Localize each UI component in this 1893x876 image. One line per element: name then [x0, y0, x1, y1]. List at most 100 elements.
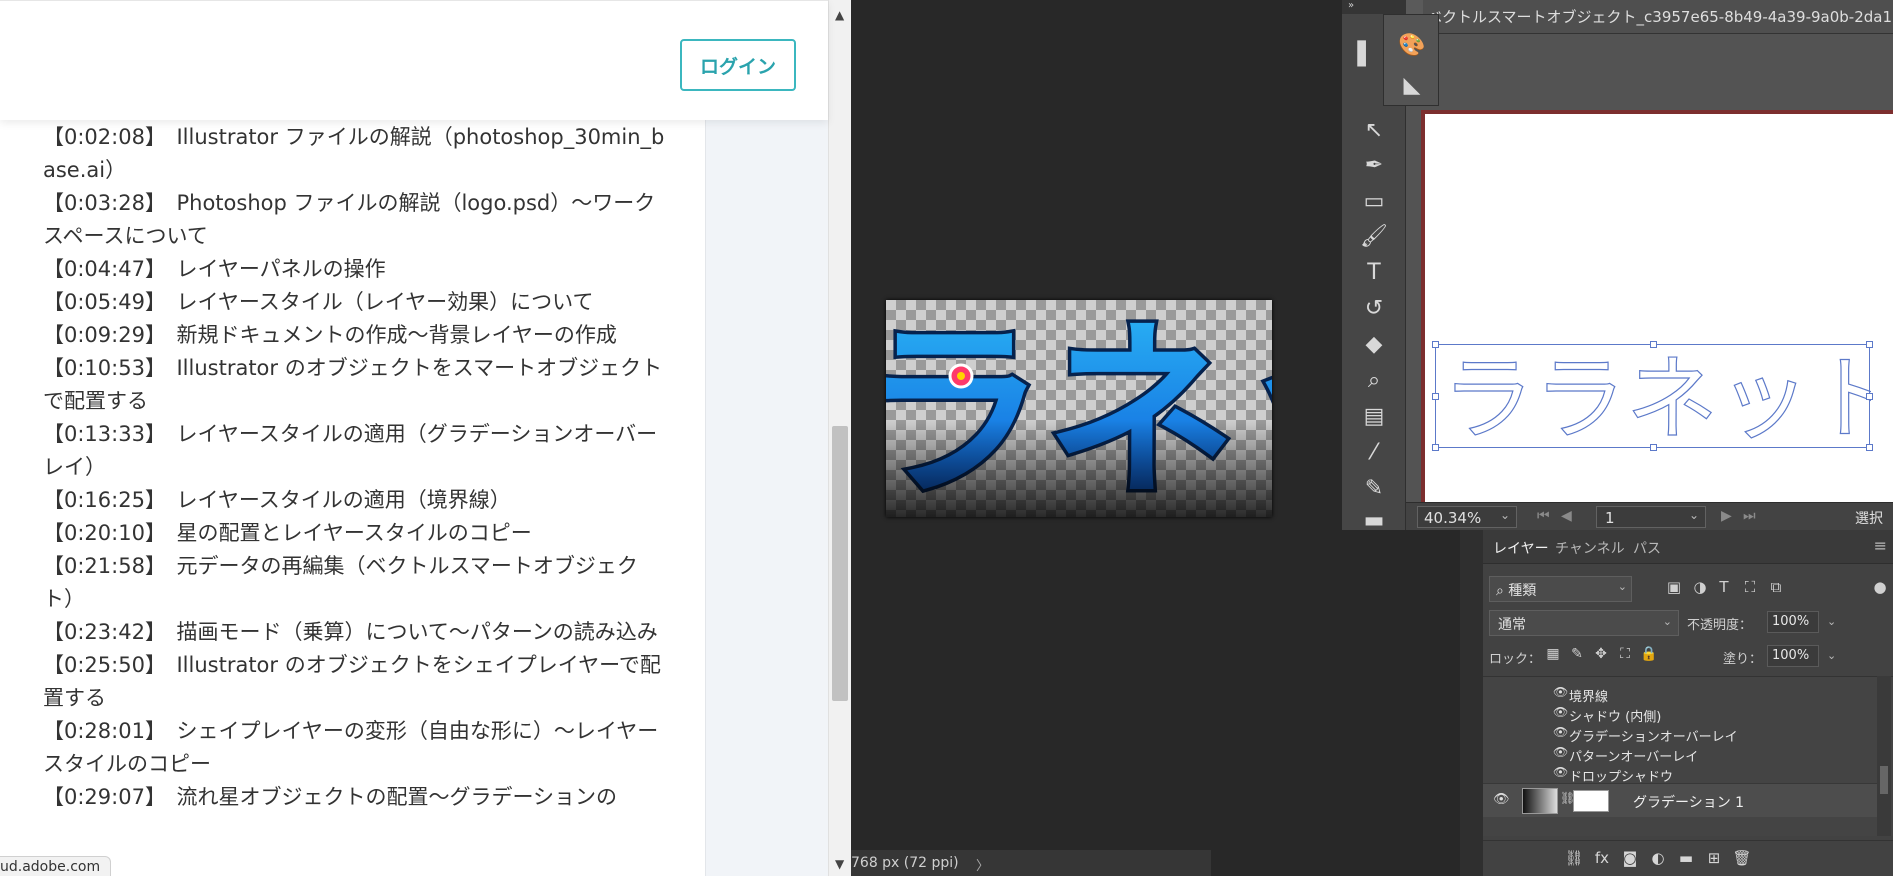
eraser-tool-icon[interactable]: ◆: [1354, 330, 1394, 360]
zoom-tool-icon[interactable]: ⌕: [1354, 366, 1394, 396]
new-layer-icon[interactable]: ⊞: [1703, 849, 1725, 869]
effect-row-inner-shadow[interactable]: 👁 シャドウ (内側): [1553, 705, 1853, 725]
mask-thumbnail[interactable]: [1573, 790, 1609, 812]
handle-bottom[interactable]: [1650, 444, 1657, 451]
brush-tool-icon[interactable]: 🖌: [1354, 222, 1394, 252]
adjustment-filter-icon[interactable]: ◑: [1689, 578, 1711, 600]
palette-icon[interactable]: 🎨: [1392, 31, 1432, 61]
fill-field[interactable]: 100%: [1767, 645, 1819, 667]
chapter-item[interactable]: 【0:10:53】 Illustrator のオブジェクトをスマートオブジェクト…: [43, 352, 669, 418]
toolbar-collapse-icon[interactable]: »: [1342, 0, 1406, 14]
smart-object-filter-icon[interactable]: ⧉: [1765, 578, 1787, 600]
gradient-tool-icon[interactable]: ▤: [1354, 402, 1394, 432]
blend-mode-select[interactable]: 通常 ⌄: [1489, 610, 1679, 636]
handle-top-left[interactable]: [1432, 341, 1439, 348]
add-mask-icon[interactable]: ◙: [1619, 849, 1641, 869]
puppet-warp-icon[interactable]: ✎: [1354, 474, 1394, 504]
layer-row[interactable]: 👁 ⛓ グラデーション 1: [1483, 783, 1878, 817]
canvas-preview[interactable]: ラネッ: [886, 300, 1272, 517]
document-tab[interactable]: ベクトルスマートオブジェクト_c3957e65-8b49-4a39-9a0b-2…: [1423, 0, 1893, 34]
chapter-item[interactable]: 【0:09:29】 新規ドキュメントの作成〜背景レイヤーの作成: [43, 319, 669, 352]
chapter-item[interactable]: 【0:20:10】 星の配置とレイヤースタイルのコピー: [43, 517, 669, 550]
chapter-item[interactable]: 【0:16:25】 レイヤースタイルの適用（境界線）: [43, 484, 669, 517]
chapter-item[interactable]: 【0:29:07】 流れ星オブジェクトの配置〜グラデーションの: [43, 781, 669, 814]
prev-page-icon[interactable]: ◀: [1561, 508, 1572, 524]
eye-icon[interactable]: 👁: [1553, 765, 1568, 779]
lock-transparency-icon[interactable]: ▦: [1543, 646, 1563, 666]
handle-bottom-left[interactable]: [1432, 444, 1439, 451]
first-page-icon[interactable]: ⏮: [1537, 508, 1550, 524]
handle-bottom-right[interactable]: [1866, 444, 1873, 451]
handle-left[interactable]: [1432, 393, 1439, 400]
lock-position-icon[interactable]: ✥: [1591, 646, 1611, 666]
shape-tool-icon[interactable]: ◣: [1392, 71, 1432, 101]
tab-channels[interactable]: チャンネル: [1555, 538, 1625, 558]
zoom-dropdown-icon[interactable]: ⌄: [1500, 508, 1510, 522]
filter-toggle-icon[interactable]: ●: [1869, 578, 1891, 600]
last-page-icon[interactable]: ⏭: [1743, 508, 1756, 524]
eyedropper-tool-icon[interactable]: ⁄: [1354, 438, 1394, 468]
eye-icon[interactable]: 👁: [1553, 745, 1568, 759]
transform-selection[interactable]: ララネット: [1432, 341, 1873, 451]
new-group-icon[interactable]: ▬: [1675, 849, 1697, 869]
artboard[interactable]: ララネット: [1421, 110, 1893, 502]
type-filter-icon[interactable]: T: [1713, 578, 1735, 600]
chapter-item[interactable]: 【0:28:01】 シェイプレイヤーの変形（自由な形に）〜レイヤースタイルのコピ…: [43, 715, 669, 781]
delete-layer-icon[interactable]: 🗑: [1731, 849, 1753, 869]
hand-tool-icon[interactable]: ▬: [1354, 506, 1394, 536]
layer-name[interactable]: グラデーション 1: [1633, 792, 1744, 812]
pixel-filter-icon[interactable]: ▣: [1663, 578, 1685, 600]
kind-filter-select[interactable]: ⌕ 種類 ⌄: [1489, 576, 1632, 602]
pen-tool-icon[interactable]: ✒: [1354, 151, 1394, 181]
lock-artboard-icon[interactable]: ⛶: [1615, 646, 1635, 666]
login-button[interactable]: ログイン: [680, 39, 796, 91]
shape-filter-icon[interactable]: ⛶: [1739, 578, 1761, 600]
chapter-item[interactable]: 【0:05:49】 レイヤースタイル（レイヤー効果）について: [43, 286, 669, 319]
eye-icon[interactable]: 👁: [1553, 705, 1568, 719]
rectangle-tool-icon[interactable]: ▭: [1354, 187, 1394, 217]
history-brush-icon[interactable]: ↺: [1354, 294, 1394, 324]
tab-layers[interactable]: レイヤー: [1493, 538, 1549, 558]
scroll-up-icon[interactable]: ▲: [835, 8, 844, 22]
chapter-item[interactable]: 【0:21:58】 元データの再編集（ベクトルスマートオブジェクト）: [43, 550, 669, 616]
handle-top[interactable]: [1650, 341, 1657, 348]
chapter-item[interactable]: 【0:03:28】 Photoshop ファイルの解説（logo.psd）〜ワー…: [43, 187, 669, 253]
scroll-thumb[interactable]: [832, 426, 848, 701]
page-dropdown-icon[interactable]: ⌄: [1689, 508, 1699, 522]
adjustment-layer-icon[interactable]: ◐: [1647, 849, 1669, 869]
next-page-icon[interactable]: ▶: [1721, 508, 1732, 524]
page-field[interactable]: 1 ⌄: [1596, 506, 1706, 528]
type-tool-icon[interactable]: T: [1354, 258, 1394, 288]
page-scrollbar[interactable]: ▲ ▼: [828, 0, 851, 876]
eye-icon[interactable]: 👁: [1553, 685, 1568, 699]
move-tool-icon[interactable]: ▌: [1346, 40, 1386, 70]
opacity-field[interactable]: 100%: [1767, 611, 1819, 633]
status-chevron-icon[interactable]: 〉: [976, 855, 989, 874]
zoom-field[interactable]: 40.34% ⌄: [1417, 506, 1517, 528]
chapter-item[interactable]: 【0:23:42】 描画モード（乗算）について〜パターンの読み込み: [43, 616, 669, 649]
layers-scroll-thumb[interactable]: [1880, 766, 1888, 794]
eye-icon[interactable]: 👁: [1553, 725, 1568, 739]
chapter-item[interactable]: 【0:04:47】 レイヤーパネルの操作: [43, 253, 669, 286]
lock-pixels-icon[interactable]: ✎: [1567, 646, 1587, 666]
path-select-tool-icon[interactable]: ↖: [1354, 116, 1394, 146]
scroll-down-icon[interactable]: ▼: [835, 857, 844, 871]
opacity-dropdown-icon[interactable]: ⌄: [1827, 615, 1836, 628]
fx-icon[interactable]: fx: [1591, 849, 1613, 869]
link-layers-icon[interactable]: ⛓: [1563, 849, 1585, 869]
handle-right[interactable]: [1866, 393, 1873, 400]
tab-paths[interactable]: パス: [1633, 538, 1661, 558]
fill-dropdown-icon[interactable]: ⌄: [1827, 649, 1836, 662]
chapter-item[interactable]: 【0:02:08】 Illustrator ファイルの解説（photoshop_…: [43, 121, 669, 187]
effect-row-pattern-overlay[interactable]: 👁 パターンオーバーレイ: [1553, 745, 1853, 765]
chapter-item[interactable]: 【0:13:33】 レイヤースタイルの適用（グラデーションオーバーレイ）: [43, 418, 669, 484]
lock-all-icon[interactable]: 🔒: [1639, 646, 1659, 666]
effect-row-stroke[interactable]: 👁 境界線: [1553, 685, 1853, 705]
panel-menu-icon[interactable]: ≡: [1874, 536, 1887, 555]
effect-row-gradient-overlay[interactable]: 👁 グラデーションオーバーレイ: [1553, 725, 1853, 745]
effect-row-drop-shadow[interactable]: 👁 ドロップシャドウ: [1553, 765, 1853, 785]
eye-icon[interactable]: 👁: [1493, 792, 1510, 807]
layers-scrollbar[interactable]: [1877, 676, 1891, 836]
handle-top-right[interactable]: [1866, 341, 1873, 348]
chapter-item[interactable]: 【0:25:50】 Illustrator のオブジェクトをシェイプレイヤーで配…: [43, 649, 669, 715]
